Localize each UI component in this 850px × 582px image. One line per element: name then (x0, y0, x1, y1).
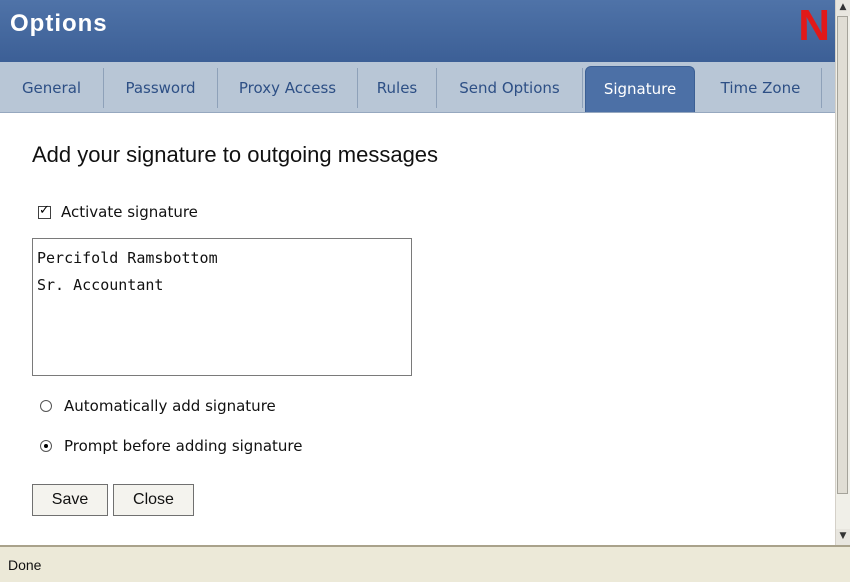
page-heading: Add your signature to outgoing messages (32, 142, 439, 167)
novell-logo: N (798, 1, 830, 50)
close-button[interactable]: Close (113, 484, 194, 516)
activate-signature-row[interactable]: Activate signature (38, 203, 198, 221)
auto-add-label: Automatically add signature (64, 397, 276, 415)
window-title: Options (10, 10, 108, 37)
arrow-up-icon: ▲ (839, 2, 847, 12)
tab-signature[interactable]: Signature (585, 66, 695, 112)
scroll-up-button[interactable]: ▲ (836, 0, 850, 16)
vertical-scrollbar[interactable]: ▲ ▼ (835, 0, 850, 545)
signature-line: Percifold Ramsbottom (37, 249, 218, 267)
title-bar: Options N (0, 0, 836, 62)
scroll-down-button[interactable]: ▼ (836, 529, 850, 545)
tab-general[interactable]: General (0, 68, 104, 108)
status-bar: Done (0, 545, 850, 582)
tab-send-options[interactable]: Send Options (437, 68, 583, 108)
save-button[interactable]: Save (32, 484, 108, 516)
auto-add-row[interactable]: Automatically add signature (40, 397, 276, 415)
activate-signature-checkbox[interactable] (38, 203, 51, 219)
tab-proxy-access[interactable]: Proxy Access (218, 68, 358, 108)
prompt-label: Prompt before adding signature (64, 437, 303, 455)
scroll-thumb[interactable] (837, 16, 848, 494)
prompt-row[interactable]: Prompt before adding signature (40, 437, 302, 455)
activate-signature-label: Activate signature (61, 203, 198, 221)
arrow-down-icon: ▼ (839, 531, 847, 541)
auto-add-radio[interactable] (40, 400, 52, 412)
status-text: Done (8, 557, 42, 573)
tab-time-zone[interactable]: Time Zone (700, 68, 822, 108)
tab-rules[interactable]: Rules (358, 68, 437, 108)
signature-line: Sr. Accountant (37, 276, 164, 294)
tab-password[interactable]: Password (104, 68, 218, 108)
signature-textarea[interactable]: Percifold Ramsbottom Sr. Accountant (32, 238, 412, 376)
tab-bar: General Password Proxy Access Rules Send… (0, 62, 836, 113)
prompt-radio[interactable] (40, 440, 52, 452)
